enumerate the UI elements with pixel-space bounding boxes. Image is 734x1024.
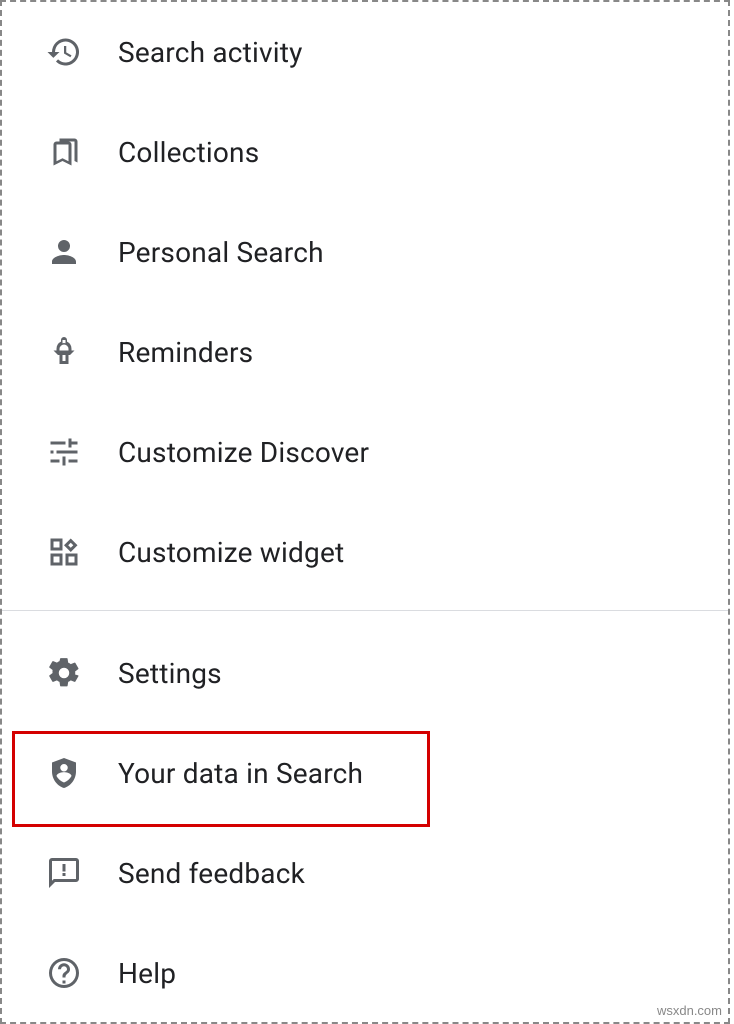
watermark-text: wsxdn.com [657, 1003, 722, 1018]
menu-item-label: Collections [118, 136, 259, 169]
menu-divider [2, 610, 728, 611]
menu-section-2: Settings Your data in Search Send feedba… [2, 623, 728, 1023]
menu-item-label: Search activity [118, 36, 303, 69]
widgets-icon [46, 534, 82, 570]
tune-icon [46, 434, 82, 470]
reminder-icon [46, 334, 82, 370]
menu-item-settings[interactable]: Settings [2, 623, 728, 723]
menu-item-label: Help [118, 957, 176, 990]
menu-item-send-feedback[interactable]: Send feedback [2, 823, 728, 923]
menu-item-search-activity[interactable]: Search activity [2, 2, 728, 102]
feedback-icon [46, 855, 82, 891]
menu-section-1: Search activity Collections Personal Sea… [2, 2, 728, 602]
menu-item-customize-widget[interactable]: Customize widget [2, 502, 728, 602]
shield-person-icon [46, 755, 82, 791]
help-icon [46, 955, 82, 991]
menu-item-customize-discover[interactable]: Customize Discover [2, 402, 728, 502]
menu-item-personal-search[interactable]: Personal Search [2, 202, 728, 302]
menu-item-label: Reminders [118, 336, 253, 369]
bookmarks-icon [46, 134, 82, 170]
menu-item-help[interactable]: Help [2, 923, 728, 1023]
gear-icon [46, 655, 82, 691]
history-icon [46, 34, 82, 70]
menu-item-your-data-in-search[interactable]: Your data in Search [2, 723, 728, 823]
menu-item-reminders[interactable]: Reminders [2, 302, 728, 402]
menu-item-label: Customize widget [118, 536, 344, 569]
menu-item-label: Settings [118, 657, 222, 690]
menu-item-label: Customize Discover [118, 436, 369, 469]
menu-item-collections[interactable]: Collections [2, 102, 728, 202]
menu-item-label: Your data in Search [118, 757, 363, 790]
person-icon [46, 234, 82, 270]
menu-item-label: Send feedback [118, 857, 305, 890]
menu-item-label: Personal Search [118, 236, 324, 269]
settings-menu-panel: Search activity Collections Personal Sea… [0, 0, 730, 1024]
